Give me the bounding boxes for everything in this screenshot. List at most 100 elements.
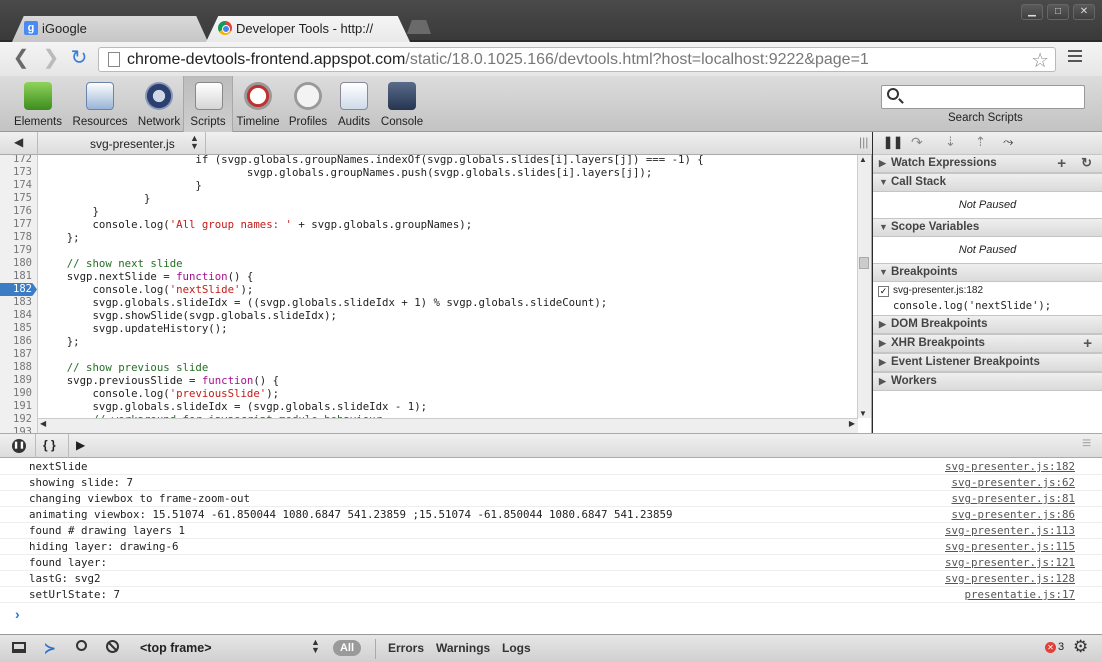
new-tab-button[interactable] (407, 20, 431, 34)
console-source-link[interactable]: svg-presenter.js:182 (945, 459, 1075, 475)
line-number[interactable]: 174 (0, 179, 32, 192)
panel-resources[interactable]: Resources (72, 76, 128, 132)
panel-elements[interactable]: Elements (10, 76, 66, 132)
console-source-link[interactable]: presentatie.js:17 (964, 587, 1075, 603)
reload-button[interactable]: ↻ (68, 48, 90, 70)
filter-all[interactable]: All (333, 640, 361, 656)
console-source-link[interactable]: svg-presenter.js:81 (951, 491, 1075, 507)
navigator-toggle-icon[interactable]: ◀ (14, 135, 23, 149)
editor-vertical-scrollbar[interactable]: ▲ ▼ (857, 155, 871, 418)
script-file-select[interactable]: svg-presenter.js (90, 137, 175, 151)
line-number[interactable]: 193 (0, 426, 32, 433)
pause-on-exceptions-icon[interactable]: ❚❚ (12, 439, 26, 453)
resize-grip-icon[interactable]: ≡ (1082, 435, 1091, 453)
line-number[interactable]: 187 (0, 348, 32, 361)
console-prompt[interactable]: › (15, 606, 20, 622)
back-button[interactable]: ❮ (10, 48, 32, 70)
line-number[interactable]: 178 (0, 231, 32, 244)
line-number[interactable]: 172 (0, 155, 32, 166)
step-over-icon[interactable]: ↷ (911, 134, 923, 151)
console-source-link[interactable]: svg-presenter.js:86 (951, 507, 1075, 523)
filter-warnings[interactable]: Warnings (436, 641, 490, 655)
breakpoint-line-number[interactable]: 182 (0, 283, 37, 296)
add-icon[interactable]: + (1083, 335, 1092, 352)
minimize-button[interactable]: ▁ (1021, 4, 1043, 20)
add-icon[interactable]: + (1057, 155, 1066, 172)
panel-timeline[interactable]: Timeline (230, 76, 286, 132)
line-number[interactable]: 176 (0, 205, 32, 218)
panel-network[interactable]: Network (131, 76, 187, 132)
settings-gear-icon[interactable]: ⚙ (1073, 637, 1088, 657)
breakpoints-header[interactable]: ▼ Breakpoints (873, 263, 1102, 282)
line-number[interactable]: 189 (0, 374, 32, 387)
filter-errors[interactable]: Errors (388, 641, 424, 655)
event-listener-breakpoints-header[interactable]: ▶ Event Listener Breakpoints (873, 353, 1102, 372)
line-number[interactable]: 173 (0, 166, 32, 179)
console-source-link[interactable]: svg-presenter.js:115 (945, 539, 1075, 555)
console-message-text: found layer: (29, 556, 108, 569)
line-number[interactable]: 191 (0, 400, 32, 413)
panel-scripts[interactable]: Scripts (183, 76, 233, 132)
console-source-link[interactable]: svg-presenter.js:62 (951, 475, 1075, 491)
maximize-button[interactable]: □ (1047, 4, 1069, 20)
bookmark-star-icon[interactable]: ☆ (1031, 48, 1049, 71)
watch-expressions-header[interactable]: ▶ Watch Expressions + ↻ (873, 154, 1102, 173)
line-number[interactable]: 184 (0, 309, 32, 322)
resize-grip-icon[interactable]: ||| (859, 135, 868, 149)
scroll-down-icon[interactable]: ▼ (859, 409, 867, 418)
xhr-breakpoints-header[interactable]: ▶ XHR Breakpoints + (873, 334, 1102, 353)
refresh-icon[interactable]: ↻ (1081, 155, 1092, 171)
scope-variables-header[interactable]: ▼ Scope Variables (873, 218, 1102, 237)
inspect-search-icon[interactable] (76, 640, 87, 651)
line-number[interactable]: 183 (0, 296, 32, 309)
pretty-print-icon[interactable]: { } (43, 438, 56, 452)
workers-header[interactable]: ▶ Workers (873, 372, 1102, 391)
step-out-icon[interactable]: ⇡ (975, 134, 986, 150)
dock-icon[interactable] (12, 642, 26, 653)
clear-console-icon[interactable] (106, 640, 119, 653)
line-gutter[interactable]: 172 173 174 175 176 177 178 179 180 181 182 183 184 1… (0, 155, 38, 433)
line-number[interactable]: 190 (0, 387, 32, 400)
console-source-link[interactable]: svg-presenter.js:113 (945, 523, 1075, 539)
tab-developer-tools[interactable]: Developer Tools - http:// (206, 16, 410, 42)
console-toggle-icon[interactable]: ≻ (44, 640, 56, 660)
line-number[interactable]: 181 (0, 270, 32, 283)
call-stack-header[interactable]: ▼ Call Stack (873, 173, 1102, 192)
breakpoint-checkbox[interactable]: ✓ (878, 286, 889, 297)
line-number[interactable]: 192 (0, 413, 32, 426)
error-count[interactable]: 3 (1058, 641, 1064, 653)
tab-igoogle[interactable]: g iGoogle (12, 16, 208, 42)
line-number[interactable]: 188 (0, 361, 32, 374)
console-source-link[interactable]: svg-presenter.js:121 (945, 555, 1075, 571)
address-bar[interactable]: chrome-devtools-frontend.appspot.com/sta… (98, 47, 1056, 72)
deactivate-breakpoints-icon[interactable]: ⤳ (1003, 134, 1013, 150)
search-scripts-input[interactable] (881, 85, 1085, 109)
editor-horizontal-scrollbar[interactable]: ◀ ▶ (38, 418, 858, 433)
dom-breakpoints-header[interactable]: ▶ DOM Breakpoints (873, 315, 1102, 334)
scroll-left-icon[interactable]: ◀ (40, 419, 46, 428)
line-number[interactable]: 180 (0, 257, 32, 270)
menu-icon[interactable] (1068, 50, 1082, 64)
resume-icon[interactable]: ▶ (76, 438, 85, 452)
line-number[interactable]: 185 (0, 322, 32, 335)
collapsed-arrow-icon: ▶ (879, 357, 886, 367)
select-arrows-icon: ▲ ▼ (311, 637, 320, 655)
scroll-right-icon[interactable]: ▶ (849, 419, 855, 428)
line-number[interactable]: 177 (0, 218, 32, 231)
close-button[interactable]: ✕ (1073, 4, 1095, 20)
filter-logs[interactable]: Logs (502, 641, 531, 655)
forward-button[interactable]: ❯ (40, 48, 62, 70)
line-number[interactable]: 175 (0, 192, 32, 205)
step-into-icon[interactable]: ⇣ (945, 134, 956, 150)
code-editor[interactable]: 172 173 174 175 176 177 178 179 180 181 182 183 184 1… (0, 155, 872, 433)
console-source-link[interactable]: svg-presenter.js:128 (945, 571, 1075, 587)
line-number[interactable]: 186 (0, 335, 32, 348)
scroll-thumb[interactable] (859, 257, 869, 269)
frame-select[interactable]: <top frame> (140, 641, 212, 655)
line-number[interactable]: 179 (0, 244, 32, 257)
error-icon[interactable]: ✕ (1045, 642, 1056, 653)
panel-console[interactable]: Console (374, 76, 430, 132)
pause-icon[interactable]: ❚❚ (883, 135, 903, 149)
scroll-up-icon[interactable]: ▲ (859, 155, 867, 164)
call-stack-status: Not Paused (958, 199, 1017, 211)
